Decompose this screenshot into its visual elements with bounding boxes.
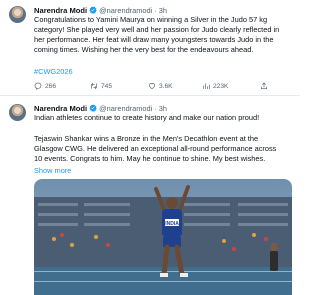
separator: · [154,103,157,113]
tweet[interactable]: Narendra Modi @narendramodi · 3h Congrat… [0,0,300,92]
tweet[interactable]: Narendra Modi @narendramodi · 3h Indian … [0,98,300,295]
timeline-feed: Narendra Modi @narendramodi · 3h Congrat… [0,0,300,295]
tweet-text-line: coming times. Wishing her the very best … [34,45,254,54]
timestamp[interactable]: 3h [159,6,167,15]
reply-count: 266 [45,82,57,90]
show-more-link[interactable]: Show more [34,166,71,175]
views-icon [203,83,210,89]
avatar[interactable] [9,6,26,23]
tweet-divider [0,95,300,96]
tweet-header: Narendra Modi @narendramodi · 3h [34,103,167,113]
tweet-text-line: 10 events. Congrats to him. May he conti… [34,154,266,163]
hashtag-link[interactable]: #CWG2026 [34,67,73,77]
share-button[interactable] [260,82,271,90]
reply-icon [34,82,42,90]
tweet-text-line: Glasgow CWG. He delivered an exceptional… [34,144,277,153]
tweet-text: Congratulations to Yamini Maurya on winn… [34,15,292,55]
views-button[interactable]: 223K [202,82,228,90]
retweet-count: 745 [101,82,113,90]
tweet-media-photo[interactable]: INDIA [34,179,292,295]
tweet-intro-text: Indian athletes continue to create histo… [34,113,260,122]
views-count: 223K [213,82,229,90]
verified-icon [89,6,97,14]
tweet-text-line: category! She played very well and her p… [34,25,280,34]
tweet-text-line: her performance. Her feat will draw many… [34,35,274,44]
separator: · [154,5,157,15]
athlete-photo: INDIA [34,179,292,295]
tweet-text-line: Congratulations to Yamini Maurya on winn… [34,15,268,24]
timestamp[interactable]: 3h [159,104,167,113]
like-icon [148,83,156,90]
author-handle[interactable]: @narendramodi [99,104,152,113]
author-name[interactable]: Narendra Modi [34,104,87,113]
retweet-icon [91,82,97,90]
verified-icon [89,104,97,112]
share-icon [261,82,267,89]
retweet-button[interactable]: 745 [90,82,112,90]
avatar[interactable] [9,104,26,121]
tweet-header: Narendra Modi @narendramodi · 3h [34,5,167,15]
reply-button[interactable]: 266 [34,82,56,90]
author-handle[interactable]: @narendramodi [99,6,152,15]
like-button[interactable]: 3.6K [148,82,173,90]
tweet-text: Tejaswin Shankar wins a Bronze in the Me… [34,134,292,164]
author-name[interactable]: Narendra Modi [34,6,87,15]
like-count: 3.6K [159,82,173,90]
bib-label: INDIA [165,221,179,227]
tweet-text-line: Tejaswin Shankar wins a Bronze in the Me… [34,134,259,143]
tweet-actions: 266 745 3.6K 223K [34,82,294,92]
